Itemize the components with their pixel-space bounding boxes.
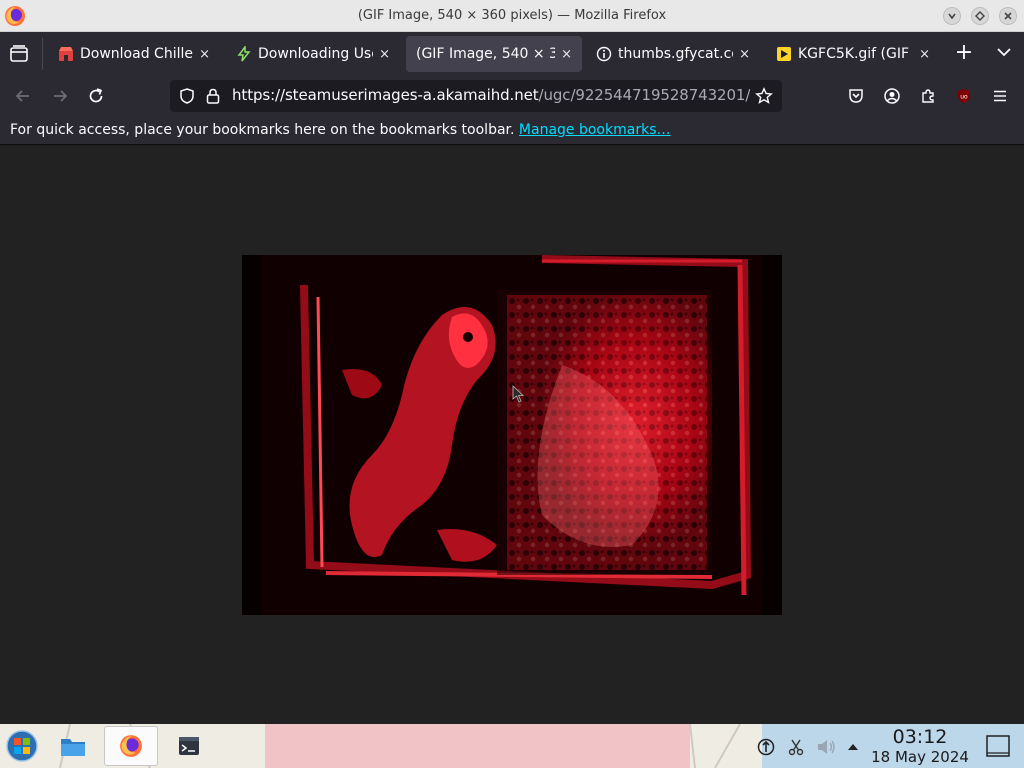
page-content	[0, 146, 1024, 724]
tray-expand-button[interactable]	[842, 736, 864, 758]
show-desktop-button[interactable]	[986, 734, 1010, 758]
diamond-icon	[975, 11, 985, 21]
speaker-icon	[818, 740, 835, 754]
firefox-icon	[120, 735, 142, 757]
play-icon	[776, 46, 792, 62]
close-tab-icon[interactable]: ×	[199, 47, 210, 62]
mouse-cursor-icon	[512, 385, 524, 403]
show-desktop-icon	[986, 735, 1010, 757]
gif-image[interactable]	[242, 255, 782, 615]
close-window-button[interactable]	[999, 7, 1017, 25]
volume-tray-icon[interactable]	[815, 736, 837, 758]
list-all-tabs-chevron-icon[interactable]	[994, 42, 1014, 62]
tab-label: KGFC5K.gif (GIF In	[798, 46, 913, 62]
url-path: /ugc/922544719528743201/028	[538, 86, 750, 104]
chevron-down-icon	[948, 13, 956, 20]
arrow-right-icon	[54, 90, 68, 102]
tab-thumbs-gfycat[interactable]: thumbs.gfycat.cor ×	[586, 36, 760, 72]
close-tab-icon[interactable]: ×	[739, 47, 750, 62]
taskbar-terminal[interactable]	[162, 726, 216, 766]
taskbar-firefox[interactable]	[104, 726, 158, 766]
bookmarks-toolbar: For quick access, place your bookmarks h…	[0, 116, 1024, 145]
hamburger-menu-icon	[994, 90, 1006, 102]
start-orb-icon	[6, 730, 38, 762]
svg-text:uo: uo	[960, 94, 968, 101]
store-icon	[58, 46, 74, 62]
network-icon	[757, 738, 775, 756]
url-text[interactable]: https://steamuserimages-a.akamaihd.net/u…	[232, 86, 750, 106]
clipboard-tray-icon[interactable]	[785, 736, 807, 758]
account-icon	[884, 88, 900, 104]
tab-gif-image[interactable]: (GIF Image, 540 × 36 ×	[406, 36, 582, 72]
navigation-toolbar: https://steamuserimages-a.akamaihd.net/u…	[0, 76, 1024, 116]
close-tab-icon[interactable]: ×	[919, 47, 930, 62]
url-host: https://steamuserimages-a.akamaihd.net	[232, 86, 539, 104]
bookmarks-empty-message: For quick access, place your bookmarks h…	[10, 122, 515, 138]
close-tab-icon[interactable]: ×	[561, 47, 572, 62]
tab-label: (GIF Image, 540 × 36	[416, 46, 556, 62]
tab-label: thumbs.gfycat.cor	[618, 46, 734, 62]
tab-kgfc5k-gif[interactable]: KGFC5K.gif (GIF In ×	[766, 36, 940, 72]
taskbar: 03:12 18 May 2024	[0, 724, 1024, 768]
address-bar[interactable]: https://steamuserimages-a.akamaihd.net/u…	[170, 80, 782, 112]
manage-bookmarks-link[interactable]: Manage bookmarks…	[519, 122, 671, 138]
tab-label: Downloading User	[258, 46, 374, 62]
puzzle-icon	[922, 89, 934, 103]
extensions-button[interactable]	[916, 84, 940, 108]
tab-strip: Download Chilledv × Downloading User × (…	[0, 32, 1024, 76]
network-tray-icon[interactable]	[755, 736, 777, 758]
firefox-logo-icon	[5, 6, 25, 26]
caret-up-icon	[848, 744, 858, 750]
tab-label: Download Chilledv	[80, 46, 193, 62]
ublock-button[interactable]: uo	[952, 84, 976, 108]
close-icon	[1004, 12, 1012, 20]
reload-button[interactable]	[84, 84, 108, 108]
clock-time: 03:12	[892, 726, 948, 748]
minimize-button[interactable]	[943, 7, 961, 25]
pocket-button[interactable]	[844, 84, 868, 108]
new-tab-button[interactable]: +	[953, 42, 975, 64]
bolt-icon	[236, 46, 252, 62]
reload-icon	[89, 88, 103, 103]
taskbar-file-manager[interactable]	[46, 726, 100, 766]
back-button[interactable]	[11, 84, 35, 108]
account-button[interactable]	[880, 84, 904, 108]
forward-button[interactable]	[48, 84, 72, 108]
app-menu-button[interactable]	[988, 84, 1012, 108]
window-title: (GIF Image, 540 × 360 pixels) — Mozilla …	[357, 8, 667, 23]
scissors-icon	[788, 739, 804, 756]
tab-downloading-user[interactable]: Downloading User ×	[226, 36, 400, 72]
pocket-icon	[849, 89, 863, 103]
info-icon	[596, 46, 612, 62]
clock-date: 18 May 2024	[871, 748, 969, 766]
arrow-left-icon	[15, 90, 29, 102]
lock-icon[interactable]	[205, 87, 221, 105]
star-bookmark-icon[interactable]	[755, 87, 773, 105]
folder-icon	[61, 739, 85, 756]
taskbar-clock[interactable]: 03:12 18 May 2024	[868, 726, 972, 766]
shield-icon[interactable]	[178, 87, 196, 105]
terminal-icon	[179, 737, 199, 755]
ublock-origin-icon: uo	[958, 89, 970, 103]
firefox-view-icon[interactable]	[8, 44, 30, 64]
tab-download-chilledv[interactable]: Download Chilledv ×	[48, 36, 220, 72]
tab-separator	[42, 38, 43, 70]
taskbar-wallpaper-band	[265, 724, 690, 768]
start-menu-button[interactable]	[0, 726, 44, 766]
close-tab-icon[interactable]: ×	[379, 47, 390, 62]
window-titlebar: (GIF Image, 540 × 360 pixels) — Mozilla …	[0, 0, 1024, 32]
maximize-button[interactable]	[971, 7, 989, 25]
